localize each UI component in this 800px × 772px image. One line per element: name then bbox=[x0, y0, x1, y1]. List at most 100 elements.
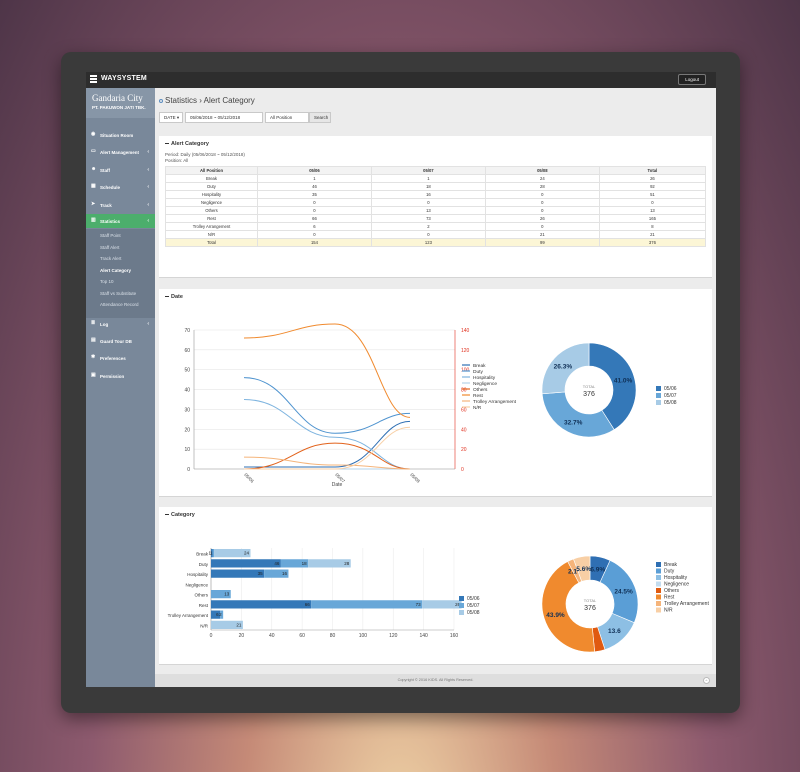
category-donut-label: 24.5% bbox=[614, 589, 633, 596]
table-cell: 165 bbox=[598, 214, 707, 223]
table-cell: Hospitality bbox=[165, 190, 258, 199]
table-row: Rest 66 73 26 165 bbox=[165, 214, 707, 223]
position-select[interactable]: All Position bbox=[265, 112, 309, 123]
legend-swatch bbox=[656, 386, 661, 391]
legend-label: 05/07 bbox=[467, 603, 480, 609]
sidebar-item-log[interactable]: ≣ Log ‹ bbox=[86, 317, 155, 331]
legend-label: N/R bbox=[473, 405, 482, 411]
sidebar-item-label: Permission bbox=[100, 373, 125, 379]
title-dot-icon bbox=[159, 99, 163, 103]
position-text: Position: All bbox=[165, 158, 189, 163]
table-cell: 2 bbox=[370, 222, 486, 231]
legend-label: Others bbox=[664, 588, 680, 594]
sidebar-item-situation-room[interactable]: ◉ Situation Room bbox=[86, 128, 155, 142]
users-icon: ☻ bbox=[91, 166, 97, 172]
table-cell: Others bbox=[165, 206, 258, 215]
sidebar-item-alert-management[interactable]: ▭ Alert Management ‹ bbox=[86, 145, 155, 159]
y2-tick-label: 140 bbox=[461, 328, 470, 334]
legend-label: 05/07 bbox=[664, 393, 677, 399]
x-tick-label: 40 bbox=[269, 633, 275, 639]
y-tick-label: 10 bbox=[184, 447, 190, 453]
x-tick-label: 05/08 bbox=[409, 472, 421, 484]
alert-category-panel: Alert Category Period: Daily (05/06/2018… bbox=[159, 136, 712, 278]
table-cell: 1 bbox=[370, 174, 486, 183]
logo-name: Gandaria City bbox=[92, 93, 143, 103]
submenu-staff-alert[interactable]: Staff Alert bbox=[100, 245, 119, 250]
table-cell: Break bbox=[165, 174, 258, 183]
sidebar-item-permission[interactable]: ▣ Permission bbox=[86, 369, 155, 383]
menu-icon[interactable] bbox=[90, 75, 97, 84]
sidebar-item-guard-tour-db[interactable]: ▤ Guard Tour DB bbox=[86, 334, 155, 348]
submenu-alert-category[interactable]: Alert Category bbox=[100, 268, 131, 273]
logout-button[interactable]: Logout bbox=[678, 74, 706, 85]
legend-label: Negligence bbox=[664, 582, 689, 588]
date-donut-total-label: TOTAL bbox=[583, 384, 596, 389]
line-series-rest bbox=[243, 323, 411, 418]
bar-label: 21 bbox=[236, 622, 242, 627]
table-cell: 123 bbox=[370, 238, 486, 247]
search-button[interactable]: Search bbox=[309, 112, 331, 123]
table-cell: 0 bbox=[257, 230, 372, 239]
legend-swatch bbox=[656, 588, 661, 593]
sidebar-item-preferences[interactable]: ✱ Preferences bbox=[86, 351, 155, 365]
bar-segment bbox=[212, 549, 215, 558]
logo[interactable]: Gandaria City PT. PAKUWON JATI TBK. bbox=[86, 88, 155, 118]
app-brand[interactable]: WAYSYSTEM bbox=[101, 75, 147, 82]
sidebar-item-label: Guard Tour DB bbox=[100, 338, 132, 344]
submenu-staff-point[interactable]: Staff Point bbox=[100, 233, 121, 238]
y-tick-label: 60 bbox=[184, 348, 190, 354]
period-text: Period: Daily (05/06/2018 ~ 05/12/2018) bbox=[165, 152, 245, 157]
date-type-select[interactable]: DATE ▾ bbox=[159, 112, 183, 123]
y-tick-label: N/R bbox=[200, 623, 209, 628]
date-range-input[interactable]: 05/06/2018 ~ 05/12/2018 bbox=[185, 112, 263, 123]
legend-label: Hospitality bbox=[473, 375, 496, 381]
legend-label: Duty bbox=[664, 569, 675, 575]
x-tick-label: 80 bbox=[330, 633, 336, 639]
table-cell: Trolley Arrangement bbox=[165, 222, 258, 231]
legend-label: Trolley Arrangement bbox=[473, 399, 517, 405]
chevron-left-icon: ‹ bbox=[147, 321, 149, 327]
chevron-down-icon: ‹ bbox=[147, 218, 149, 224]
submenu-top-10[interactable]: Top 10 bbox=[100, 279, 114, 284]
legend-label: 05/06 bbox=[467, 596, 480, 602]
submenu-attendance-record[interactable]: Attendance Record bbox=[100, 302, 139, 307]
category-donut-label: 43.9% bbox=[546, 612, 565, 619]
table-header: Total bbox=[598, 166, 707, 175]
sidebar-item-statistics[interactable]: ▥ Statistics ‹ bbox=[86, 214, 155, 228]
legend-swatch bbox=[656, 607, 661, 613]
sidebar-item-track[interactable]: ➤ Track ‹ bbox=[86, 198, 155, 212]
dashboard-icon: ◉ bbox=[91, 131, 96, 137]
scroll-top-button[interactable]: ^ bbox=[703, 677, 710, 684]
table-cell: 0 bbox=[257, 206, 372, 215]
table-cell: 0 bbox=[484, 190, 600, 199]
sidebar-item-schedule[interactable]: ▦ Schedule ‹ bbox=[86, 180, 155, 194]
category-bar-chart: 0 20 40 60 80 100 120 140 160Break 1 1 24Duty 46 18 28… bbox=[168, 548, 709, 653]
sidebar-item-staff[interactable]: ☻ Staff ‹ bbox=[86, 163, 155, 177]
legend-swatch bbox=[459, 596, 464, 601]
panel-title[interactable]: Alert Category bbox=[165, 141, 209, 147]
table-cell: Total bbox=[165, 238, 258, 247]
table-cell: 376 bbox=[598, 238, 707, 247]
legend-label: Duty bbox=[473, 369, 483, 375]
collapse-icon bbox=[165, 142, 169, 145]
chevron-left-icon: ‹ bbox=[147, 184, 149, 190]
page-title: Statistics › Alert Category bbox=[159, 96, 255, 105]
table-cell: Negligence bbox=[165, 198, 258, 207]
table-cell: 21 bbox=[484, 230, 600, 239]
line-series-duty bbox=[243, 377, 411, 434]
top-navbar: WAYSYSTEM Logout bbox=[86, 72, 716, 88]
submenu-track-alert[interactable]: Track Alert bbox=[100, 256, 121, 261]
table-cell: 24 bbox=[484, 174, 600, 183]
main-content: Statistics › Alert Category DATE ▾ 05/06… bbox=[155, 88, 716, 687]
table-cell: 99 bbox=[484, 238, 600, 247]
y2-tick-label: 40 bbox=[461, 427, 467, 433]
legend-swatch bbox=[656, 400, 661, 405]
table-cell: 26 bbox=[598, 174, 707, 183]
x-tick-label: 160 bbox=[450, 633, 459, 639]
legend-label: 05/06 bbox=[664, 386, 677, 392]
date-donut-slice bbox=[541, 391, 615, 438]
x-tick-label: 100 bbox=[359, 633, 368, 639]
lock-icon: ▣ bbox=[91, 372, 96, 378]
submenu-staff-vs-substitute[interactable]: Staff vs Substitute bbox=[100, 291, 136, 296]
date-donut-label: 32.7% bbox=[564, 419, 583, 426]
